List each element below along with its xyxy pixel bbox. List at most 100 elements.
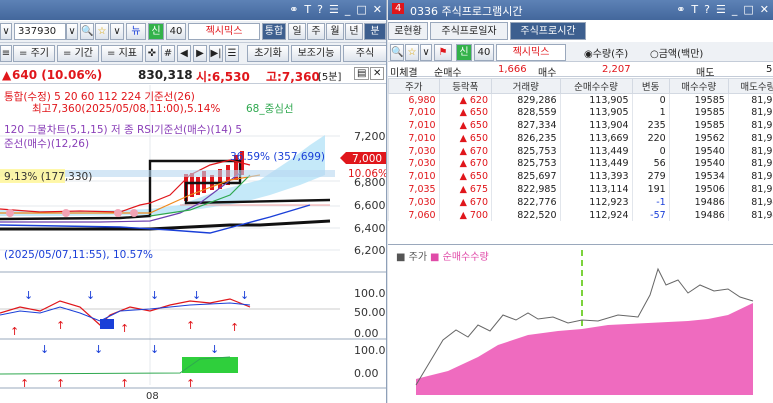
period-year-button[interactable]: 년 (345, 23, 363, 40)
table-cell: 19534 (668, 170, 729, 184)
table-cell: 822,520 (491, 208, 560, 222)
menu-icon[interactable]: ☰ (716, 3, 726, 16)
link-icon[interactable]: ⚭ (289, 3, 298, 16)
column-header[interactable]: 거래량 (491, 78, 561, 94)
radio-amount[interactable]: ○금액(백만) (650, 45, 703, 60)
chevron-down-icon[interactable]: ∨ (420, 44, 432, 61)
column-header[interactable]: 등락폭 (438, 78, 493, 94)
rsi-axis-label: 0.00 (354, 327, 379, 340)
search-icon[interactable]: 🔍 (80, 23, 94, 40)
menu-list-icon[interactable]: ☰ (225, 45, 239, 62)
period-month-button[interactable]: 월 (326, 23, 344, 40)
table-cell: 279 (631, 170, 670, 184)
yaxis-label: 6,400 (354, 222, 386, 235)
maximize-icon[interactable]: □ (743, 3, 753, 16)
aux-function-button[interactable]: 보조기능 (291, 45, 341, 62)
summary-label: 매수 (538, 68, 557, 79)
column-header[interactable]: 매도수량 (727, 78, 773, 94)
table-cell: 81,954 (727, 93, 773, 107)
sin-badge: 신 (456, 44, 472, 61)
column-header[interactable]: 변동 (631, 78, 670, 94)
flag-icon[interactable]: ⚑ (434, 44, 452, 61)
table-row[interactable]: 7,010▲ 650826,235113,6692201956281,954 (388, 131, 773, 145)
tonghap-button[interactable]: 통합 (262, 23, 286, 40)
table-row[interactable]: 7,030▲ 670822,776112,923-11948681,949 (388, 195, 773, 209)
table-row[interactable]: 7,010▲ 650828,559113,90511958581,954 (388, 106, 773, 120)
text-icon[interactable]: T (304, 3, 311, 16)
news-button[interactable]: 뉴 (126, 23, 146, 40)
expand-icon[interactable]: ≡ (0, 45, 12, 62)
tab-program-status[interactable]: 로현황 (388, 22, 428, 40)
table-cell: 81,954 (727, 157, 773, 171)
column-header[interactable]: 매수수량 (668, 78, 729, 94)
table-row[interactable]: 7,060▲ 700822,520112,924-571948681,944 (388, 208, 773, 222)
price-summary-bar: ▲ 640 (10.06%) 830,318 시:6,530 고:7,360 [… (0, 66, 386, 84)
help-icon[interactable]: ? (704, 3, 710, 16)
text-icon[interactable]: T (691, 3, 698, 16)
qty-field: 40 (474, 44, 494, 61)
close-icon[interactable]: ✕ (760, 3, 769, 16)
table-cell: 822,776 (491, 195, 560, 209)
stock-code-input[interactable]: 337930 (14, 23, 66, 40)
table-row[interactable]: 6,980▲ 620829,286113,90501958581,954 (388, 93, 773, 107)
cycle-button[interactable]: = 주기 (13, 45, 55, 62)
panel-close-icon[interactable]: ✕ (370, 67, 385, 80)
table-cell: ▲ 670 (438, 195, 492, 209)
star-icon[interactable]: ☆ (95, 23, 109, 40)
table-cell: 828,559 (491, 106, 560, 120)
arrow-up-icon: ▲ (459, 183, 470, 195)
end-icon[interactable]: ▶| (209, 45, 223, 62)
table-row[interactable]: 7,035▲ 675822,985113,1141911950681,954 (388, 183, 773, 196)
help-icon[interactable]: ? (317, 3, 323, 16)
close-icon[interactable]: ✕ (373, 3, 382, 16)
change-value: 650 (469, 107, 489, 119)
table-cell: -57 (631, 208, 670, 222)
search-icon[interactable]: 🔍 (390, 44, 404, 61)
column-header[interactable]: 순매수수량 (559, 78, 633, 94)
table-cell: 113,669 (559, 131, 633, 145)
indicator-button[interactable]: = 지표 (101, 45, 143, 62)
maximize-icon[interactable]: □ (356, 3, 366, 16)
change-value: 650 (469, 119, 489, 131)
minimize-icon[interactable]: _ (345, 3, 351, 16)
net-buy-total: 1,666 (498, 64, 527, 75)
prev-icon[interactable]: ◀ (177, 45, 191, 62)
period-week-button[interactable]: 주 (307, 23, 325, 40)
table-row[interactable]: 7,010▲ 650825,697113,3932791953481,954 (388, 170, 773, 184)
range-button[interactable]: = 기간 (57, 45, 99, 62)
panel-menu-icon[interactable]: ▤ (354, 67, 370, 80)
table-cell: ▲ 650 (438, 131, 492, 145)
table-row[interactable]: 7,030▲ 670825,753113,449561954081,954 (388, 157, 773, 171)
star-icon[interactable]: ☆ (405, 44, 419, 61)
period-day-button[interactable]: 일 (288, 23, 306, 40)
chevron-down-icon[interactable]: ∨ (110, 23, 124, 40)
tab-program-daily[interactable]: 주식프로일자 (430, 22, 508, 40)
chart-toolbar: ∨ 337930 ∨ 🔍 ☆ ∨ 뉴 신 40 젝시믹스 통합 일 주 월 년 … (0, 21, 386, 43)
period-minute-button[interactable]: 분 (364, 23, 386, 40)
table-cell: 7,010 (388, 170, 440, 184)
grid-icon[interactable]: # (161, 45, 175, 62)
table-row[interactable]: 7,010▲ 650827,334113,9042351958581,954 (388, 119, 773, 132)
table-cell: 235 (631, 119, 670, 132)
table-cell: 19540 (668, 144, 729, 158)
code-dropdown-icon[interactable]: ∨ (66, 23, 78, 40)
link-icon[interactable]: ⚭ (676, 3, 685, 16)
stock-button[interactable]: 주식 (343, 45, 386, 62)
dropdown-arrow-icon[interactable]: ∨ (0, 23, 12, 40)
chart-titlebar: ⚭ T ? ☰ _ □ ✕ (0, 0, 386, 20)
column-header[interactable]: 주가 (388, 78, 440, 94)
change-value: 650 (469, 171, 489, 183)
reset-button[interactable]: 초기화 (247, 45, 289, 62)
table-cell: 113,393 (559, 170, 633, 184)
minimize-icon[interactable]: _ (732, 3, 738, 16)
menu-icon[interactable]: ☰ (329, 3, 339, 16)
next-icon[interactable]: ▶ (193, 45, 207, 62)
radio-qty[interactable]: ◉수량(주) (584, 45, 628, 60)
table-cell: 6,980 (388, 93, 440, 107)
crosshair-icon[interactable]: ✜ (145, 45, 159, 62)
table-cell: 825,753 (491, 144, 560, 158)
table-row[interactable]: 7,030▲ 670825,753113,44901954081,954 (388, 144, 773, 158)
tab-program-time[interactable]: 주식프로시간 (510, 22, 586, 40)
table-cell: 825,753 (491, 157, 560, 171)
table-cell: 7,030 (388, 195, 440, 209)
